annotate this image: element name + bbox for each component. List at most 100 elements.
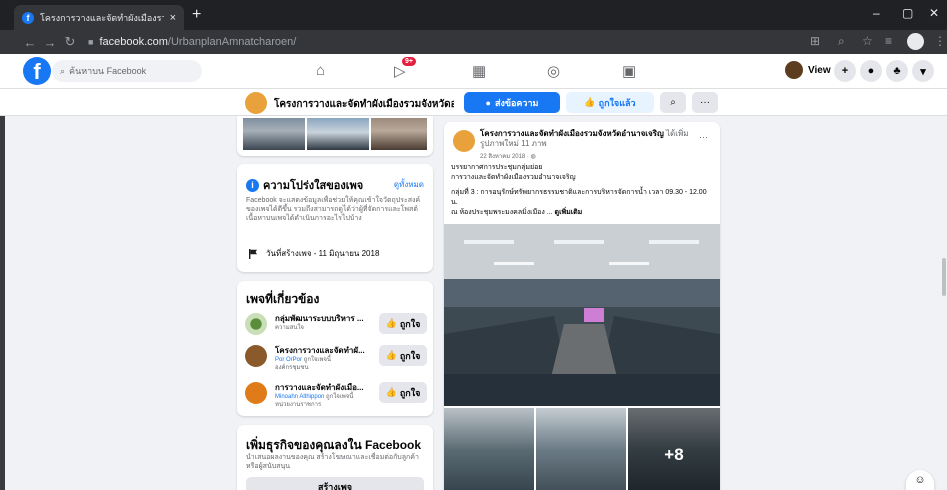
thumbs-up-icon: 👍	[385, 318, 397, 328]
related-page-avatar[interactable]	[245, 382, 267, 404]
more-photos-overlay[interactable]: +8	[628, 408, 720, 490]
like-label: ถูกใจ	[399, 318, 421, 329]
photos-card	[237, 116, 433, 156]
watch-badge: 9+	[402, 57, 416, 66]
maximize-button[interactable]: ▢	[902, 6, 913, 20]
photo-thumbnail[interactable]	[243, 118, 305, 150]
page-created-date: วันที่สร้างเพจ - 11 มิถุนายน 2018	[266, 249, 380, 258]
related-pages-card: เพจที่เกี่ยวข้อง กลุ่มพัฒนาระบบบริหาร ..…	[237, 281, 433, 416]
minimize-button[interactable]: –	[873, 6, 880, 20]
add-business-description: นำเสนอผลงานของคุณ สร้างโฆษณาและเชื่อมต่อ…	[246, 454, 419, 470]
like-label: ถูกใจ	[399, 387, 421, 398]
liked-button[interactable]: 👍 ถูกใจแล้ว	[566, 92, 654, 113]
groups-icon[interactable]: ◎	[547, 62, 560, 80]
translate-icon[interactable]: ⊞	[810, 34, 820, 48]
new-tab-button[interactable]: +	[192, 6, 201, 24]
related-page-item[interactable]: การวางและจัดทำผังเมือ... Minoahn Althipp…	[245, 380, 427, 412]
photo-thumbnail[interactable]	[307, 118, 369, 150]
page-transparency-card: i ความโปร่งใสของเพจ ดูทั้งหมด Facebook จ…	[237, 164, 433, 272]
url-domain: facebook.com	[99, 36, 168, 48]
page-more-button[interactable]: ···	[692, 92, 718, 113]
reload-icon[interactable]: ↻	[60, 34, 80, 50]
post-text-line: การวางและจัดทำผังเมืองรวมอำนาจเจริญ	[451, 174, 576, 181]
url-field[interactable]: ■ facebook.com/UrbanplanAmnatcharoen/	[88, 33, 800, 51]
facebook-logo-icon[interactable]: f	[23, 57, 51, 85]
forward-arrow-icon[interactable]: →	[40, 35, 60, 50]
page-scrollbar[interactable]	[942, 258, 946, 296]
more-dots-icon: ···	[700, 97, 710, 108]
tab-title: โครงการวางและจัดทำผังเมืองรวมจังหวัดอำ	[40, 12, 164, 23]
page-name[interactable]: โครงการวางและจัดทำผังเมืองรวมจังหวัดอำน.…	[274, 97, 454, 112]
post-text: บรรยากาศการประชุมกลุ่มย่อย การวางและจัดท…	[451, 163, 715, 218]
like-page-button[interactable]: 👍 ถูกใจ	[379, 313, 427, 334]
see-all-link[interactable]: ดูทั้งหมด	[394, 178, 424, 191]
lock-icon: ■	[88, 37, 94, 47]
flag-icon	[249, 248, 257, 259]
account-label: View	[808, 64, 831, 76]
post-author-avatar[interactable]	[453, 130, 475, 152]
related-page-avatar[interactable]	[245, 345, 267, 367]
globe-icon: ◍	[530, 154, 536, 160]
transparency-title: ความโปร่งใสของเพจ	[263, 180, 364, 192]
post-photo-thumbnail[interactable]	[444, 408, 534, 490]
thumbs-up-icon: 👍	[385, 387, 397, 397]
marketplace-icon[interactable]: ▦	[472, 62, 486, 80]
send-message-label: ส่งข้อความ	[494, 97, 539, 108]
notifications-bell-icon[interactable]: ♣	[886, 60, 908, 82]
profile-avatar[interactable]	[907, 33, 924, 50]
page-search-button[interactable]: ⌕	[660, 92, 686, 113]
post-options-button[interactable]: ···	[699, 132, 708, 142]
contacts-button[interactable]: ☺	[906, 470, 934, 490]
tab-close-icon[interactable]: ×	[170, 12, 176, 24]
search-icon: ⌕	[60, 65, 66, 76]
facebook-favicon-icon: f	[22, 11, 34, 24]
create-plus-icon[interactable]: +	[834, 60, 856, 82]
like-label: ถูกใจ	[399, 350, 421, 361]
see-more-link[interactable]: ดูเพิ่มเติม	[555, 209, 583, 216]
post-text-line: ณ ห้องประชุมพระมงคลมิ่งเมือง ...	[451, 209, 553, 216]
liked-label: ถูกใจแล้ว	[598, 97, 636, 108]
transparency-description: Facebook จะแสดงข้อมูลเพื่อช่วยให้คุณเข้า…	[246, 197, 421, 222]
post-main-photo[interactable]	[444, 224, 720, 406]
messenger-icon[interactable]: ●	[860, 60, 882, 82]
account-link[interactable]: View	[785, 61, 831, 79]
browser-tab[interactable]: f โครงการวางและจัดทำผังเมืองรวมจังหวัดอำ…	[14, 5, 184, 30]
post-timestamp[interactable]: 22 สิงหาคม 2018 ·	[480, 154, 531, 160]
post-photo-thumbnail[interactable]	[536, 408, 626, 490]
related-page-category: องค์กรชุมชน	[275, 365, 309, 371]
browser-menu-icon[interactable]: ⋮	[934, 34, 946, 48]
post-photo-thumbnail[interactable]: +8	[628, 408, 720, 490]
post-text-line: กลุ่มที่ 3 : การอนุรักษ์ทรัพยากรธรรมชาติ…	[451, 189, 707, 206]
account-menu-chevron-icon[interactable]: ▾	[912, 60, 934, 82]
url-path: /UrbanplanAmnatcharoen/	[167, 36, 297, 48]
reading-list-icon[interactable]: ≡	[885, 34, 892, 48]
related-page-avatar[interactable]	[245, 313, 267, 335]
close-window-button[interactable]: ✕	[929, 6, 939, 20]
search-placeholder: ค้นหาบน Facebook	[69, 66, 147, 76]
related-pages-title: เพจที่เกี่ยวข้อง	[246, 292, 320, 306]
thumbs-up-icon: 👍	[385, 350, 397, 360]
search-icon: ⌕	[670, 97, 676, 108]
like-page-button[interactable]: 👍 ถูกใจ	[379, 382, 427, 403]
post-author-name[interactable]: โครงการวางและจัดทำผังเมืองรวมจังหวัดอำนา…	[480, 129, 664, 138]
related-page-item[interactable]: กลุ่มพัฒนาระบบบริหาร ... ความสนใจ 👍 ถูกใจ	[245, 311, 427, 343]
add-business-card: เพิ่มธุรกิจของคุณลงใน Facebook นำเสนอผลง…	[237, 425, 433, 490]
info-icon: i	[246, 178, 259, 192]
like-page-button[interactable]: 👍 ถูกใจ	[379, 345, 427, 366]
home-icon[interactable]: ⌂	[316, 62, 325, 79]
create-page-button[interactable]: สร้างเพจ	[246, 477, 424, 490]
photo-thumbnail[interactable]	[371, 118, 427, 150]
people-icon: ☺	[914, 474, 926, 486]
left-window-edge	[0, 54, 5, 490]
related-page-item[interactable]: โครงการวางและจัดทำผั... Por OrPor ถูกใจเ…	[245, 343, 427, 375]
post-text-line: บรรยากาศการประชุมกลุ่มย่อย	[451, 164, 543, 171]
gaming-icon[interactable]: ▣	[622, 62, 636, 80]
send-message-button[interactable]: ● ส่งข้อความ	[464, 92, 560, 113]
zoom-icon[interactable]: ⌕	[838, 34, 845, 49]
account-avatar	[785, 61, 803, 79]
facebook-search-input[interactable]: ⌕ ค้นหาบน Facebook	[52, 60, 202, 82]
bookmark-star-icon[interactable]: ☆	[862, 34, 873, 48]
related-page-category: ความสนใจ	[275, 325, 304, 331]
back-arrow-icon[interactable]: ←	[20, 35, 40, 50]
page-avatar[interactable]	[245, 92, 267, 114]
